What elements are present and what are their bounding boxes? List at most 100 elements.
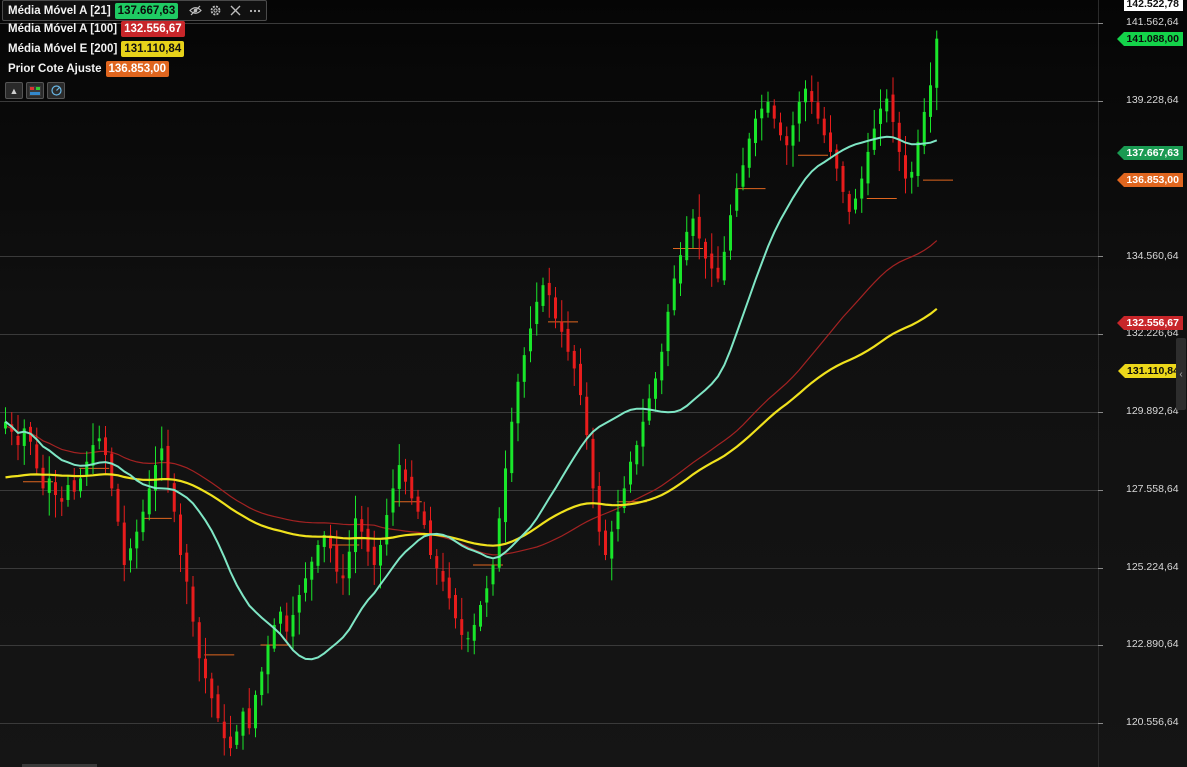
candle-body	[291, 614, 295, 637]
candle-body	[685, 231, 689, 261]
price-tag: 136.853,00	[1117, 173, 1183, 188]
ma100-layer	[5, 240, 938, 556]
candle-body	[54, 482, 57, 496]
legend-row-ema200[interactable]: Média Móvel E [200] 131.110,84	[8, 40, 185, 57]
price-axis-label: 120.556,64	[1126, 716, 1179, 728]
candle-body	[547, 282, 551, 296]
candle-body	[779, 122, 782, 136]
candle-body	[529, 328, 532, 352]
candle-body	[885, 98, 889, 112]
candle-body	[460, 619, 464, 635]
candle-body	[629, 461, 632, 485]
candle-body	[435, 556, 439, 569]
legend-label: Média Móvel E [200]	[8, 42, 118, 55]
candle-body	[829, 132, 832, 152]
legend-row-prior-cote[interactable]: Prior Cote Ajuste 136.853,00	[8, 60, 170, 77]
indicators-icon[interactable]	[26, 82, 44, 99]
candle-body	[672, 278, 676, 311]
candle-body	[916, 141, 920, 176]
legend-label: Média Móvel A [21]	[8, 4, 111, 17]
candle-body	[604, 530, 607, 555]
candle-body	[372, 546, 376, 565]
candle-body	[229, 736, 232, 749]
eye-off-icon[interactable]	[188, 4, 202, 18]
candle-body	[285, 615, 289, 632]
speedometer-icon[interactable]	[47, 82, 65, 99]
candle-body	[866, 151, 870, 184]
price-axis-label: 129.892,64	[1126, 405, 1179, 417]
candle-body	[610, 531, 614, 559]
candle-body	[416, 496, 420, 512]
candle-body	[79, 478, 82, 492]
candle-body	[854, 198, 857, 210]
candle-body	[735, 188, 739, 211]
candle-body	[822, 118, 826, 136]
candle-body	[147, 488, 151, 515]
candle-body	[466, 638, 470, 640]
candle-body	[522, 355, 526, 382]
candle-body	[929, 85, 932, 117]
candle-body	[710, 253, 714, 269]
candle-body	[816, 102, 820, 119]
candle-body	[347, 551, 351, 579]
candle-body	[304, 578, 307, 593]
price-tag: 137.667,63	[1117, 146, 1183, 160]
candle-body	[454, 595, 457, 619]
legend-value-badge: 137.667,63	[114, 2, 179, 19]
legend-label: Prior Cote Ajuste	[8, 62, 102, 75]
ma100-line	[5, 240, 938, 556]
ma21-layer	[4, 135, 938, 661]
axis-scroll-handle[interactable]: ‹	[1176, 338, 1186, 410]
candle-body	[279, 611, 282, 624]
candle-body	[922, 111, 926, 147]
candle-body	[160, 448, 164, 461]
candle-body	[366, 528, 370, 552]
candle-body	[841, 166, 845, 192]
candle-body	[472, 624, 476, 641]
candle-body	[447, 577, 451, 599]
candle-body	[760, 108, 764, 119]
candle-body	[141, 511, 145, 533]
candle-body	[935, 38, 939, 88]
close-icon[interactable]	[228, 4, 242, 18]
candle-body	[97, 438, 101, 442]
price-chart[interactable]	[0, 0, 1187, 767]
candle-body	[572, 350, 576, 369]
candle-body	[535, 301, 539, 325]
candle-body	[341, 575, 345, 579]
candle-body	[747, 138, 751, 168]
candle-body	[91, 445, 95, 466]
candle-body	[297, 594, 301, 613]
candle-body	[772, 105, 776, 119]
candle-body	[785, 136, 789, 146]
candle-body	[222, 721, 226, 739]
candle-body	[510, 421, 514, 474]
candle-body	[85, 461, 89, 476]
candle-body	[516, 381, 520, 424]
gear-icon[interactable]	[208, 4, 222, 18]
candle-body	[210, 678, 214, 699]
candle-body	[47, 478, 51, 493]
collapse-up-icon[interactable]: ▲	[5, 82, 23, 99]
candle-body	[172, 483, 176, 512]
grid	[0, 0, 1103, 767]
candle-body	[729, 215, 732, 251]
candle-body	[897, 122, 901, 152]
candle-body	[847, 194, 851, 212]
ema200-line	[5, 307, 938, 547]
candle-body	[391, 488, 395, 513]
candle-body	[197, 622, 201, 659]
candle-body	[191, 586, 195, 622]
candle-body	[254, 694, 257, 729]
more-icon[interactable]	[248, 4, 262, 18]
legend-row-ma21[interactable]: Média Móvel A [21] 137.667,63	[2, 0, 268, 21]
candle-body	[716, 267, 720, 279]
candle-body	[891, 94, 895, 122]
legend-row-ma100[interactable]: Média Móvel A [100] 132.556,67	[8, 20, 185, 37]
candle-body	[397, 465, 401, 489]
candle-body	[129, 548, 132, 561]
candle-body	[697, 216, 701, 239]
candle-body	[754, 118, 757, 144]
candle-body	[654, 378, 657, 399]
price-axis-label: 141.562,64	[1126, 16, 1179, 29]
